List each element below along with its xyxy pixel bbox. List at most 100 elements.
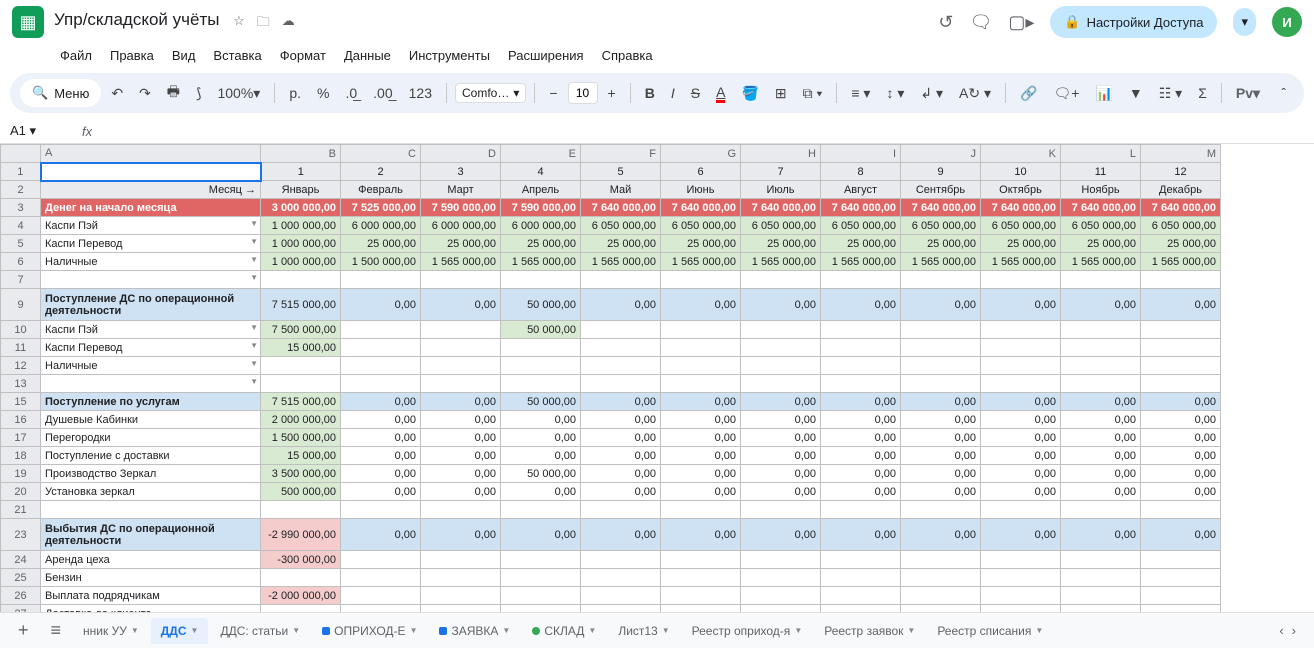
cell[interactable]: 0,00 <box>821 483 901 501</box>
menu-Вид[interactable]: Вид <box>164 44 204 67</box>
cell[interactable] <box>741 339 821 357</box>
cell[interactable] <box>981 375 1061 393</box>
cell[interactable]: 7 515 000,00 <box>261 289 341 321</box>
cell[interactable]: 1 000 000,00 <box>261 253 341 271</box>
cell[interactable] <box>421 375 501 393</box>
cell[interactable]: 7 590 000,00 <box>421 199 501 217</box>
cell[interactable] <box>741 551 821 569</box>
tab-dropdown-icon[interactable]: ▼ <box>292 626 300 635</box>
cell[interactable]: 0,00 <box>661 411 741 429</box>
cell[interactable] <box>341 357 421 375</box>
menu-Файл[interactable]: Файл <box>52 44 100 67</box>
cell[interactable]: 0,00 <box>741 411 821 429</box>
all-sheets-button[interactable]: ≡ <box>41 616 72 645</box>
pivot-button[interactable]: Pv ▾ <box>1230 81 1266 106</box>
tab-dropdown-icon[interactable]: ▼ <box>191 626 199 635</box>
cell[interactable]: 7 590 000,00 <box>501 199 581 217</box>
cell[interactable] <box>1141 357 1221 375</box>
cell[interactable]: 1 565 000,00 <box>1061 253 1141 271</box>
name-box[interactable]: A1 ▾ <box>10 123 70 139</box>
sheet-tab[interactable]: ДДС: статьи▼ <box>210 618 310 644</box>
cell[interactable]: 7 640 000,00 <box>1141 199 1221 217</box>
cell[interactable] <box>341 339 421 357</box>
cell[interactable]: 6 050 000,00 <box>581 217 661 235</box>
cell[interactable]: 0,00 <box>341 289 421 321</box>
cell[interactable]: 0,00 <box>501 447 581 465</box>
cell[interactable]: Апрель <box>501 181 581 199</box>
cell[interactable]: Февраль <box>341 181 421 199</box>
row-label-cell[interactable]: Поступление с доставки <box>41 447 261 465</box>
row-header[interactable]: 21 <box>1 501 41 519</box>
cell[interactable] <box>421 271 501 289</box>
cell[interactable]: 0,00 <box>741 289 821 321</box>
cell[interactable] <box>661 551 741 569</box>
cell[interactable]: 15 000,00 <box>261 339 341 357</box>
tab-dropdown-icon[interactable]: ▼ <box>794 626 802 635</box>
cell[interactable]: 25 000,00 <box>661 235 741 253</box>
cell[interactable]: 0,00 <box>421 519 501 551</box>
cell[interactable] <box>501 587 581 605</box>
cell[interactable] <box>501 339 581 357</box>
cell[interactable]: 0,00 <box>821 289 901 321</box>
cell[interactable]: 25 000,00 <box>1061 235 1141 253</box>
cell[interactable]: 0,00 <box>341 465 421 483</box>
tab-next-button[interactable]: › <box>1292 623 1296 638</box>
cell[interactable] <box>581 271 661 289</box>
cell[interactable] <box>741 357 821 375</box>
cell[interactable]: 7 640 000,00 <box>821 199 901 217</box>
row-header[interactable]: 18 <box>1 447 41 465</box>
cell[interactable] <box>741 375 821 393</box>
move-icon[interactable]: 🗀 <box>257 13 270 35</box>
cell[interactable] <box>421 551 501 569</box>
col-header[interactable]: K <box>981 145 1061 163</box>
row-header[interactable]: 4 <box>1 217 41 235</box>
sheet-tab[interactable]: СКЛАД▼ <box>522 618 606 644</box>
cell[interactable]: 0,00 <box>661 289 741 321</box>
cell[interactable] <box>1061 271 1141 289</box>
cell[interactable]: 50 000,00 <box>501 393 581 411</box>
cell[interactable] <box>981 569 1061 587</box>
meet-icon[interactable]: ▢▸ <box>1008 12 1034 33</box>
row-label-cell[interactable]: Перегородки <box>41 429 261 447</box>
cell[interactable]: 0,00 <box>661 465 741 483</box>
row-label-cell[interactable]: Денег на начало месяца <box>41 199 261 217</box>
italic-button[interactable]: I <box>665 81 681 105</box>
row-header[interactable]: 26 <box>1 587 41 605</box>
cell[interactable] <box>821 271 901 289</box>
history-icon[interactable]: ↺ <box>938 12 953 33</box>
cell[interactable]: 6 050 000,00 <box>901 217 981 235</box>
cell[interactable] <box>661 569 741 587</box>
tab-dropdown-icon[interactable]: ▼ <box>1035 626 1043 635</box>
row-header[interactable]: 19 <box>1 465 41 483</box>
menu-Вставка[interactable]: Вставка <box>205 44 269 67</box>
cell[interactable]: 0,00 <box>901 465 981 483</box>
cell[interactable]: 6 050 000,00 <box>1141 217 1221 235</box>
cell[interactable] <box>981 339 1061 357</box>
cell[interactable]: 0,00 <box>421 483 501 501</box>
cell[interactable] <box>581 321 661 339</box>
col-header[interactable]: J <box>901 145 981 163</box>
functions-button[interactable]: Σ <box>1192 81 1213 105</box>
menu-Данные[interactable]: Данные <box>336 44 399 67</box>
sheet-tab[interactable]: ЗАЯВКА▼ <box>429 618 520 644</box>
cell[interactable] <box>501 501 581 519</box>
cell[interactable] <box>981 271 1061 289</box>
cell[interactable] <box>821 321 901 339</box>
cell[interactable]: 0,00 <box>821 429 901 447</box>
decimal-dec-button[interactable]: .0̲ <box>339 81 363 105</box>
cell[interactable]: 1 565 000,00 <box>661 253 741 271</box>
paint-format-button[interactable]: ⟆ <box>190 81 207 106</box>
cell[interactable] <box>581 339 661 357</box>
cell[interactable]: 7 640 000,00 <box>661 199 741 217</box>
cell[interactable]: 7 500 000,00 <box>261 321 341 339</box>
cell[interactable]: 0,00 <box>821 465 901 483</box>
row-label-cell[interactable]: Каспи Пэй▼ <box>41 321 261 339</box>
row-header[interactable]: 16 <box>1 411 41 429</box>
strike-button[interactable]: S <box>685 81 706 105</box>
cell[interactable]: 0,00 <box>1061 483 1141 501</box>
text-color-button[interactable]: A <box>710 80 731 107</box>
menu-Правка[interactable]: Правка <box>102 44 162 67</box>
cell[interactable] <box>501 357 581 375</box>
cell[interactable]: 0,00 <box>581 447 661 465</box>
row-header[interactable]: 17 <box>1 429 41 447</box>
